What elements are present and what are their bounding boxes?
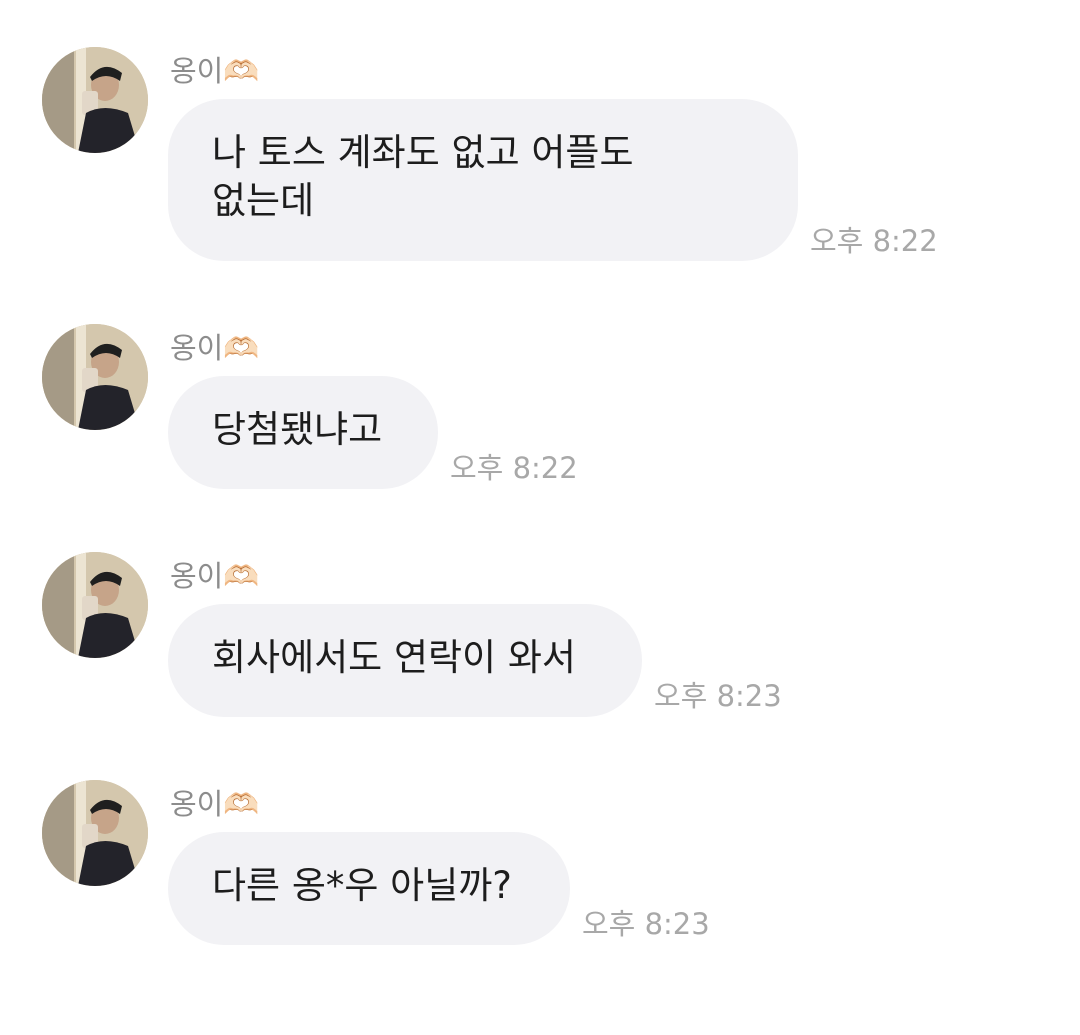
message-bubble[interactable]: 당첨됐냐고: [168, 376, 438, 489]
sender-name: 옹이🫶🏻: [170, 559, 260, 593]
sender-name: 옹이🫶🏻: [170, 331, 260, 365]
sender-name: 옹이🫶🏻: [170, 54, 260, 88]
message-bubble[interactable]: 회사에서도 연락이 와서: [168, 604, 642, 717]
message-time: 오후 8:22: [810, 224, 938, 258]
sender-name: 옹이🫶🏻: [170, 787, 260, 821]
message-bubble[interactable]: 나 토스 계좌도 없고 어플도 없는데: [168, 99, 798, 261]
avatar[interactable]: [42, 780, 148, 886]
avatar[interactable]: [42, 552, 148, 658]
avatar[interactable]: [42, 47, 148, 153]
avatar[interactable]: [42, 324, 148, 430]
message-time: 오후 8:22: [450, 451, 578, 485]
message-time: 오후 8:23: [654, 679, 782, 713]
message-time: 오후 8:23: [582, 907, 710, 941]
message-bubble[interactable]: 다른 옹*우 아닐까?: [168, 832, 570, 945]
